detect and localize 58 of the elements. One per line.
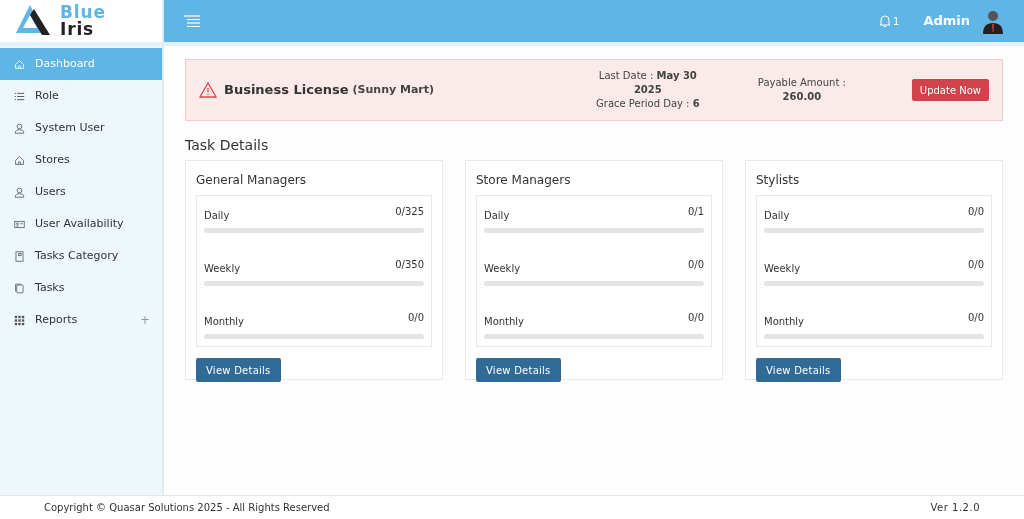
task-count: 0/1: [687, 205, 704, 219]
sidebar-item[interactable]: Users: [0, 176, 162, 208]
task-count: 0/325: [395, 205, 424, 219]
period-label: Weekly: [764, 262, 801, 276]
period-label: Daily: [764, 209, 790, 223]
period-label: Monthly: [484, 315, 525, 329]
task-count: 0/0: [967, 205, 984, 219]
card-title: Stylists: [756, 172, 801, 188]
sidebar-item[interactable]: Tasks: [0, 272, 162, 304]
alert-title: Business License: [224, 81, 349, 100]
period-label: Weekly: [204, 262, 241, 276]
task-count: 0/0: [687, 258, 704, 272]
user-icon: [14, 186, 25, 198]
sidebar-item[interactable]: Tasks Category: [0, 240, 162, 272]
task-count: 0/0: [687, 311, 704, 325]
book-icon: [14, 250, 25, 262]
card-title: General Managers: [196, 172, 307, 188]
logo-text: Iris: [60, 21, 96, 38]
period-label: Daily: [484, 209, 510, 223]
bell-icon[interactable]: [879, 14, 891, 28]
avatar-icon[interactable]: [982, 8, 1004, 34]
grid-icon: [14, 314, 25, 326]
task-count: 0/0: [967, 258, 984, 272]
copy-icon: [14, 282, 25, 294]
period-label: Monthly: [764, 315, 805, 329]
sidebar-item[interactable]: Stores: [0, 144, 162, 176]
update-now-button[interactable]: Update Now: [911, 79, 989, 101]
logo-text: Blue: [60, 4, 106, 21]
menu-icon[interactable]: [184, 15, 200, 27]
sidebar-item[interactable]: User Availability: [0, 208, 162, 240]
home-icon: [14, 58, 25, 70]
payable-label: Payable Amount :: [757, 76, 846, 90]
sidebar-item[interactable]: Role: [0, 80, 162, 112]
sidebar-item[interactable]: System User: [0, 112, 162, 144]
period-label: Monthly: [204, 315, 245, 329]
grace-period-text: Grace Period Day : 6: [596, 97, 700, 111]
copyright-text: Copyright © Quasar Solutions 2025 - All Rights Reserved: [44, 501, 330, 515]
view-details-button[interactable]: View Details: [476, 358, 561, 382]
period-label: Weekly: [484, 262, 521, 276]
view-details-button[interactable]: View Details: [756, 358, 841, 382]
id-card-icon: [14, 218, 25, 230]
card-title: Store Managers: [476, 172, 572, 188]
payable-amount: 260.00: [782, 90, 822, 104]
section-title: Task Details: [185, 136, 270, 154]
task-count: 0/0: [407, 311, 424, 325]
period-label: Daily: [204, 209, 230, 223]
user-icon: [14, 122, 25, 134]
alert-subtitle: (Sunny Mart): [352, 81, 435, 98]
version-text: Ver 1.2.0: [930, 501, 980, 515]
last-date-text: Last Date : May 30 2025: [597, 69, 698, 97]
view-details-button[interactable]: View Details: [196, 358, 281, 382]
home-icon: [14, 154, 25, 166]
notification-count: 1: [893, 14, 900, 29]
sidebar-item[interactable]: Reports +: [0, 304, 162, 336]
task-count: 0/350: [395, 258, 424, 272]
warning-icon: [199, 82, 217, 98]
task-count: 0/0: [967, 311, 984, 325]
list-icon: [14, 90, 25, 102]
